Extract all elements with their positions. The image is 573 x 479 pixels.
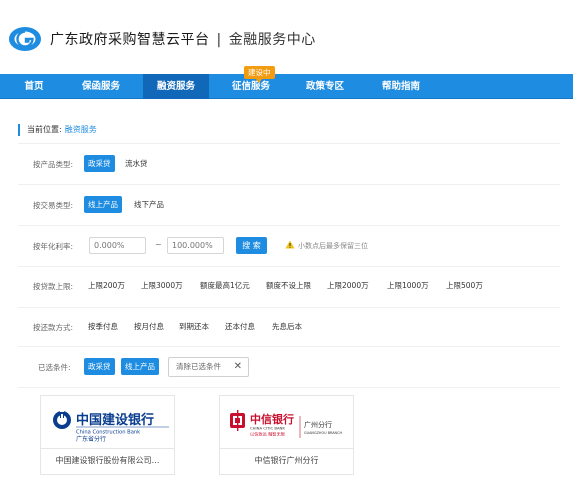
title-separator: | [216, 32, 222, 48]
repayment-label: 按还款方式: [33, 323, 74, 332]
option-principal-at-maturity[interactable]: 到期还本 [175, 318, 213, 335]
nav-item-guarantee[interactable]: 保函服务 [70, 74, 132, 99]
ccb-logo-en: China Construction Bank [76, 430, 140, 436]
option-limit-500w[interactable]: 上限500万 [442, 277, 487, 294]
ccb-logo: 中国建设银行 China Construction Bank 广东省分行 [41, 396, 174, 449]
option-liushuidai[interactable]: 流水贷 [121, 155, 152, 172]
option-limit-3000w[interactable]: 上限3000万 [137, 277, 187, 294]
bank-name-ccb[interactable]: 中国建设银行股份有限公司… [41, 455, 174, 466]
site-title: 广东政府采购智慧云平台 | 金融服务中心 [50, 29, 316, 49]
rate-max-input[interactable] [167, 237, 224, 254]
search-button[interactable]: 搜 索 [236, 237, 267, 254]
citic-logo-cn: 中信银行 [250, 412, 294, 426]
option-limit-200w[interactable]: 上限200万 [84, 277, 129, 294]
citic-logo-en: CHINA CITIC BANK [250, 426, 285, 431]
option-zhengcaidai[interactable]: 政采贷 [84, 155, 115, 172]
nav-item-policy[interactable]: 政策专区 [294, 74, 356, 99]
platform-name: 广东政府采购智慧云平台 [50, 32, 210, 48]
divider [18, 346, 560, 347]
ccb-logo-cn: 中国建设银行 [76, 412, 154, 428]
option-interest-first[interactable]: 先息后本 [268, 318, 306, 335]
citic-logo-icon: 中信银行 CHINA CITIC BANK 以信致远 融智无限 广州分行 GUA… [230, 410, 342, 438]
clear-filters-label: 清除已选条件 [176, 362, 221, 371]
bank-name-citic[interactable]: 中信银行广州分行 [220, 455, 353, 466]
selected-tag-zhengcaidai[interactable]: 政采贷 [84, 358, 115, 375]
divider [18, 143, 560, 144]
selected-tag-online-product[interactable]: 线上产品 [121, 358, 159, 375]
option-principal-and-interest[interactable]: 还本付息 [221, 318, 259, 335]
citic-logo-slogan: 以信致远 融智无限 [250, 431, 286, 438]
loan-limit-label: 按贷款上限: [33, 282, 74, 291]
rate-hint-text: 小数点后最多保留三位 [298, 242, 368, 250]
divider [18, 184, 560, 185]
range-tilde: ~ [155, 240, 162, 249]
ccb-logo-branch: 广东省分行 [76, 435, 106, 443]
option-monthly-interest[interactable]: 按月付息 [130, 318, 168, 335]
breadcrumb-current[interactable]: 融资服务 [65, 125, 97, 134]
bank-card-ccb[interactable]: 中国建设银行 China Construction Bank 广东省分行 中国建… [40, 395, 175, 475]
option-limit-1000w[interactable]: 上限1000万 [383, 277, 433, 294]
option-quarterly-interest[interactable]: 按季付息 [84, 318, 122, 335]
breadcrumb: 当前位置: 融资服务 [18, 124, 97, 136]
clear-filters-button[interactable]: 清除已选条件 ✕ [168, 357, 249, 377]
close-icon: ✕ [233, 361, 242, 372]
divider [18, 266, 560, 267]
site-header: 广东政府采购智慧云平台 | 金融服务中心 [0, 0, 573, 74]
option-limit-1yi[interactable]: 额度最高1亿元 [196, 277, 254, 294]
annual-rate-label: 按年化利率: [33, 242, 74, 251]
nav-item-help[interactable]: 帮助指南 [370, 74, 432, 99]
center-name: 金融服务中心 [228, 32, 316, 48]
divider [18, 307, 560, 308]
citic-logo-city: GUANGZHOU BRANCH [304, 431, 342, 435]
option-offline-product[interactable]: 线下产品 [130, 196, 168, 213]
nav-item-home[interactable]: 首页 [12, 74, 56, 99]
citic-logo: 中信银行 CHINA CITIC BANK 以信致远 融智无限 广州分行 GUA… [220, 396, 353, 449]
trade-type-label: 按交易类型: [33, 201, 74, 210]
gov-cloud-logo-icon[interactable] [8, 25, 42, 53]
option-no-limit[interactable]: 额度不设上限 [262, 277, 315, 294]
selected-conditions-label: 已选条件: [38, 363, 71, 372]
product-type-label: 按产品类型: [33, 160, 74, 169]
rate-min-input[interactable] [89, 237, 146, 254]
warning-icon [285, 240, 295, 249]
rate-hint: 小数点后最多保留三位 [285, 240, 368, 251]
option-online-product[interactable]: 线上产品 [84, 196, 122, 213]
divider [18, 225, 560, 226]
nav-item-financing[interactable]: 融资服务 [143, 74, 209, 99]
option-limit-2000w[interactable]: 上限2000万 [323, 277, 373, 294]
under-construction-badge: 建设中 [244, 66, 275, 83]
citic-logo-branch: 广州分行 [304, 420, 332, 429]
ccb-logo-icon: 中国建设银行 China Construction Bank 广东省分行 [53, 410, 169, 443]
main-nav: 首页 保函服务 融资服务 征信服务 政策专区 帮助指南 [0, 74, 573, 99]
divider [18, 387, 560, 388]
bank-card-citic[interactable]: 中信银行 CHINA CITIC BANK 以信致远 融智无限 广州分行 GUA… [219, 395, 354, 475]
breadcrumb-label: 当前位置: [27, 125, 62, 134]
